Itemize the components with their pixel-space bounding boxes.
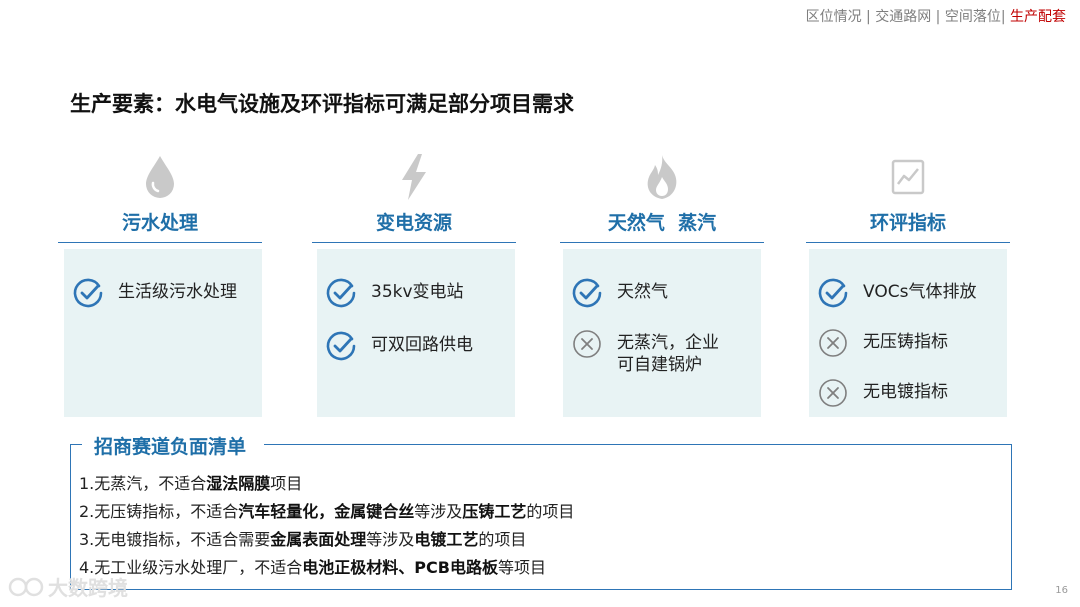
list-item: 天然气 <box>571 277 668 309</box>
item-text: 生活级污水处理 <box>118 282 237 302</box>
column-title: 天然气 蒸汽 <box>607 212 717 234</box>
item-text: VOCs气体排放 <box>863 282 977 302</box>
highlight-text: 湿法隔膜 <box>206 474 271 493</box>
nav-separator: | <box>935 9 941 25</box>
line-text: 等项目 <box>497 558 546 577</box>
check-circle-icon <box>326 278 356 308</box>
column-sewage: 污水处理 <box>58 150 262 243</box>
check-circle-icon <box>73 278 103 308</box>
negative-list-title: 招商赛道负面清单 <box>90 432 251 459</box>
item-text: 无蒸汽，企业 可自建锅炉 <box>617 333 719 375</box>
item-text: 天然气 <box>617 282 668 302</box>
negative-list-item: 3.无电镀指标，不适合需要金属表面处理等涉及电镀工艺的项目 <box>79 526 574 554</box>
highlight-text: 电镀工艺 <box>414 530 479 549</box>
line-text: 3.无电镀指标，不适合需要 <box>79 530 271 549</box>
list-item: 无压铸指标 <box>817 327 948 359</box>
line-text: 的项目 <box>478 530 527 549</box>
column-eia: 环评指标 <box>806 150 1010 243</box>
item-text: 35kv变电站 <box>371 282 464 302</box>
chart-icon <box>891 159 925 195</box>
list-item: 无蒸汽，企业 可自建锅炉 <box>571 328 719 376</box>
item-text: 无电镀指标 <box>863 382 948 402</box>
page-title: 生产要素：水电气设施及环评指标可满足部分项目需求 <box>70 92 574 116</box>
box-border-top <box>70 444 82 445</box>
column-power: 变电资源 <box>312 150 516 243</box>
highlight-text: 汽车轻量化，金属键合丝 <box>238 502 415 521</box>
cross-circle-icon <box>573 330 601 358</box>
watermark-logo-icon <box>8 577 44 596</box>
column-divider <box>58 242 262 243</box>
nav-item-traffic[interactable]: 交通路网 <box>875 9 931 25</box>
highlight-text: 电池正极材料、PCB电路板 <box>302 558 498 577</box>
nav-item-location[interactable]: 区位情况 <box>806 9 862 25</box>
column-title: 变电资源 <box>375 212 452 234</box>
line-text: 项目 <box>270 474 303 493</box>
watermark-text: 大数跨境 <box>48 576 128 600</box>
column-title: 污水处理 <box>121 212 198 234</box>
column-divider <box>312 242 516 243</box>
line-text: 等涉及 <box>366 530 415 549</box>
list-item: 35kv变电站 <box>325 277 464 309</box>
top-navigation: 区位情况 | 交通路网 | 空间落位| 生产配套 <box>806 6 1066 26</box>
list-item: 可双回路供电 <box>325 330 473 362</box>
nav-item-space[interactable]: 空间落位 <box>945 9 1001 25</box>
nav-item-production[interactable]: 生产配套 <box>1010 9 1066 25</box>
list-item: 无电镀指标 <box>817 377 948 409</box>
negative-list: 1.无蒸汽，不适合湿法隔膜项目 2.无压铸指标，不适合汽车轻量化，金属键合丝等涉及… <box>79 470 574 582</box>
nav-separator: | <box>1000 9 1006 25</box>
column-title: 环评指标 <box>869 212 946 234</box>
box-border-top <box>264 444 1012 445</box>
highlight-text: 金属表面处理 <box>270 530 367 549</box>
check-circle-icon <box>818 278 848 308</box>
column-gas-steam: 天然气 蒸汽 <box>560 150 764 243</box>
check-circle-icon <box>326 331 356 361</box>
watermark: 大数跨境 <box>8 572 128 601</box>
cross-circle-icon <box>819 329 847 357</box>
nav-separator: | <box>866 9 871 25</box>
cross-circle-icon <box>819 379 847 407</box>
line-text: 2.无压铸指标，不适合 <box>79 502 239 521</box>
water-drop-icon <box>146 156 174 198</box>
card-gas-steam: 天然气 无蒸汽，企业 可自建锅炉 <box>563 249 761 417</box>
lightning-icon <box>402 154 426 200</box>
card-power: 35kv变电站 可双回路供电 <box>317 249 515 417</box>
check-circle-icon <box>572 278 602 308</box>
column-divider <box>806 242 1010 243</box>
card-eia: VOCs气体排放 无压铸指标 无电镀指标 <box>809 249 1007 417</box>
negative-list-item: 1.无蒸汽，不适合湿法隔膜项目 <box>79 470 574 498</box>
page-number: 16 <box>1055 585 1068 596</box>
negative-list-item: 2.无压铸指标，不适合汽车轻量化，金属键合丝等涉及压铸工艺的项目 <box>79 498 574 526</box>
card-sewage: 生活级污水处理 <box>64 249 262 417</box>
highlight-text: 压铸工艺 <box>462 502 527 521</box>
list-item: 生活级污水处理 <box>72 277 237 309</box>
list-item: VOCs气体排放 <box>817 277 976 309</box>
item-text: 可双回路供电 <box>371 335 473 355</box>
flame-icon <box>647 155 677 199</box>
column-divider <box>560 242 764 243</box>
item-text: 无压铸指标 <box>863 332 948 352</box>
line-text: 1.无蒸汽，不适合 <box>79 474 207 493</box>
line-text: 等涉及 <box>414 502 463 521</box>
line-text: 的项目 <box>526 502 575 521</box>
negative-list-item: 4.无工业级污水处理厂，不适合电池正极材料、PCB电路板等项目 <box>79 554 574 582</box>
